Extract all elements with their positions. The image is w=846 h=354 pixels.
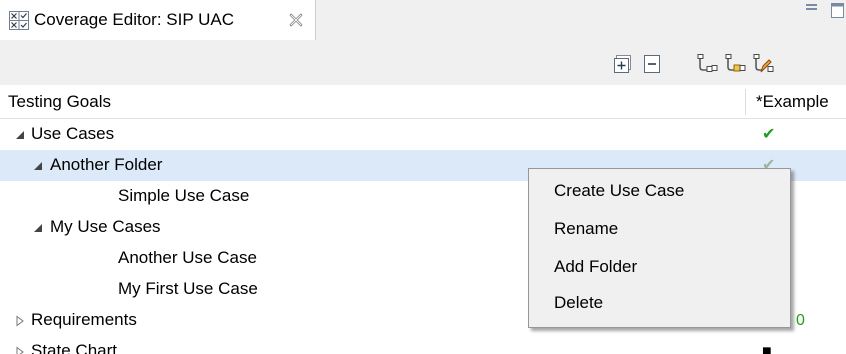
use-case-link-icon[interactable]: [696, 53, 718, 75]
editor-tab[interactable]: Coverage Editor: SIP UAC: [0, 0, 316, 40]
menu-item-label: Add Folder: [554, 257, 638, 276]
tree-row-label: Another Use Case: [118, 248, 257, 267]
coverage-editor-window: Coverage Editor: SIP UAC Testing Goals *…: [0, 0, 846, 354]
editor-tab-title: Coverage Editor: SIP UAC: [34, 10, 234, 29]
menu-item-rename[interactable]: Rename: [529, 211, 790, 247]
editor-tab-bar: Coverage Editor: SIP UAC: [0, 0, 846, 40]
collapse-all-icon[interactable]: [642, 53, 664, 75]
tree-row-label: Another Folder: [50, 155, 163, 174]
menu-item-add-folder[interactable]: Add Folder: [529, 249, 790, 285]
tree-row-label: Simple Use Case: [118, 186, 250, 205]
coverage-count: 0: [796, 312, 805, 329]
expand-all-icon[interactable]: [612, 53, 634, 75]
coverage-editor-icon: [9, 11, 29, 30]
column-example[interactable]: *Example: [756, 92, 829, 112]
expanded-arrow-icon[interactable]: [32, 222, 44, 234]
status-square-icon: ■: [762, 343, 772, 354]
covered-check-icon: ✔: [762, 126, 776, 143]
tree-row-label: My Use Cases: [50, 217, 161, 236]
context-menu: Create Use Case Rename Add Folder Delete: [528, 168, 791, 328]
use-case-link-yellow-icon[interactable]: [724, 53, 746, 75]
menu-item-create-use-case[interactable]: Create Use Case: [529, 173, 790, 209]
minimize-icon[interactable]: [806, 4, 817, 10]
menu-item-label: Delete: [554, 293, 604, 312]
tree-row-label: Use Cases: [31, 124, 115, 143]
close-icon[interactable]: [288, 12, 304, 28]
column-testing-goals[interactable]: Testing Goals: [8, 92, 111, 112]
tree-column-header: Testing Goals *Example: [0, 85, 846, 119]
menu-item-label: Rename: [554, 219, 619, 238]
collapsed-arrow-icon[interactable]: [14, 346, 26, 354]
tree-row-label: State Chart: [31, 341, 117, 354]
menu-item-label: Create Use Case: [554, 181, 685, 200]
menu-item-delete[interactable]: Delete: [529, 285, 790, 321]
use-case-link-edit-icon[interactable]: [752, 53, 774, 75]
tree-row-state-chart[interactable]: State Chart ■: [0, 336, 846, 354]
editor-toolbar: [0, 40, 846, 85]
tree-row-label: Requirements: [31, 310, 137, 329]
tree-row-use-cases[interactable]: Use Cases ✔: [0, 119, 846, 150]
collapsed-arrow-icon[interactable]: [14, 315, 26, 327]
view-controls: [806, 3, 844, 18]
maximize-icon[interactable]: [831, 3, 844, 18]
tree-row-label: My First Use Case: [118, 279, 258, 298]
column-divider[interactable]: [745, 89, 746, 115]
expanded-arrow-icon[interactable]: [32, 160, 44, 172]
expanded-arrow-icon[interactable]: [14, 129, 26, 141]
